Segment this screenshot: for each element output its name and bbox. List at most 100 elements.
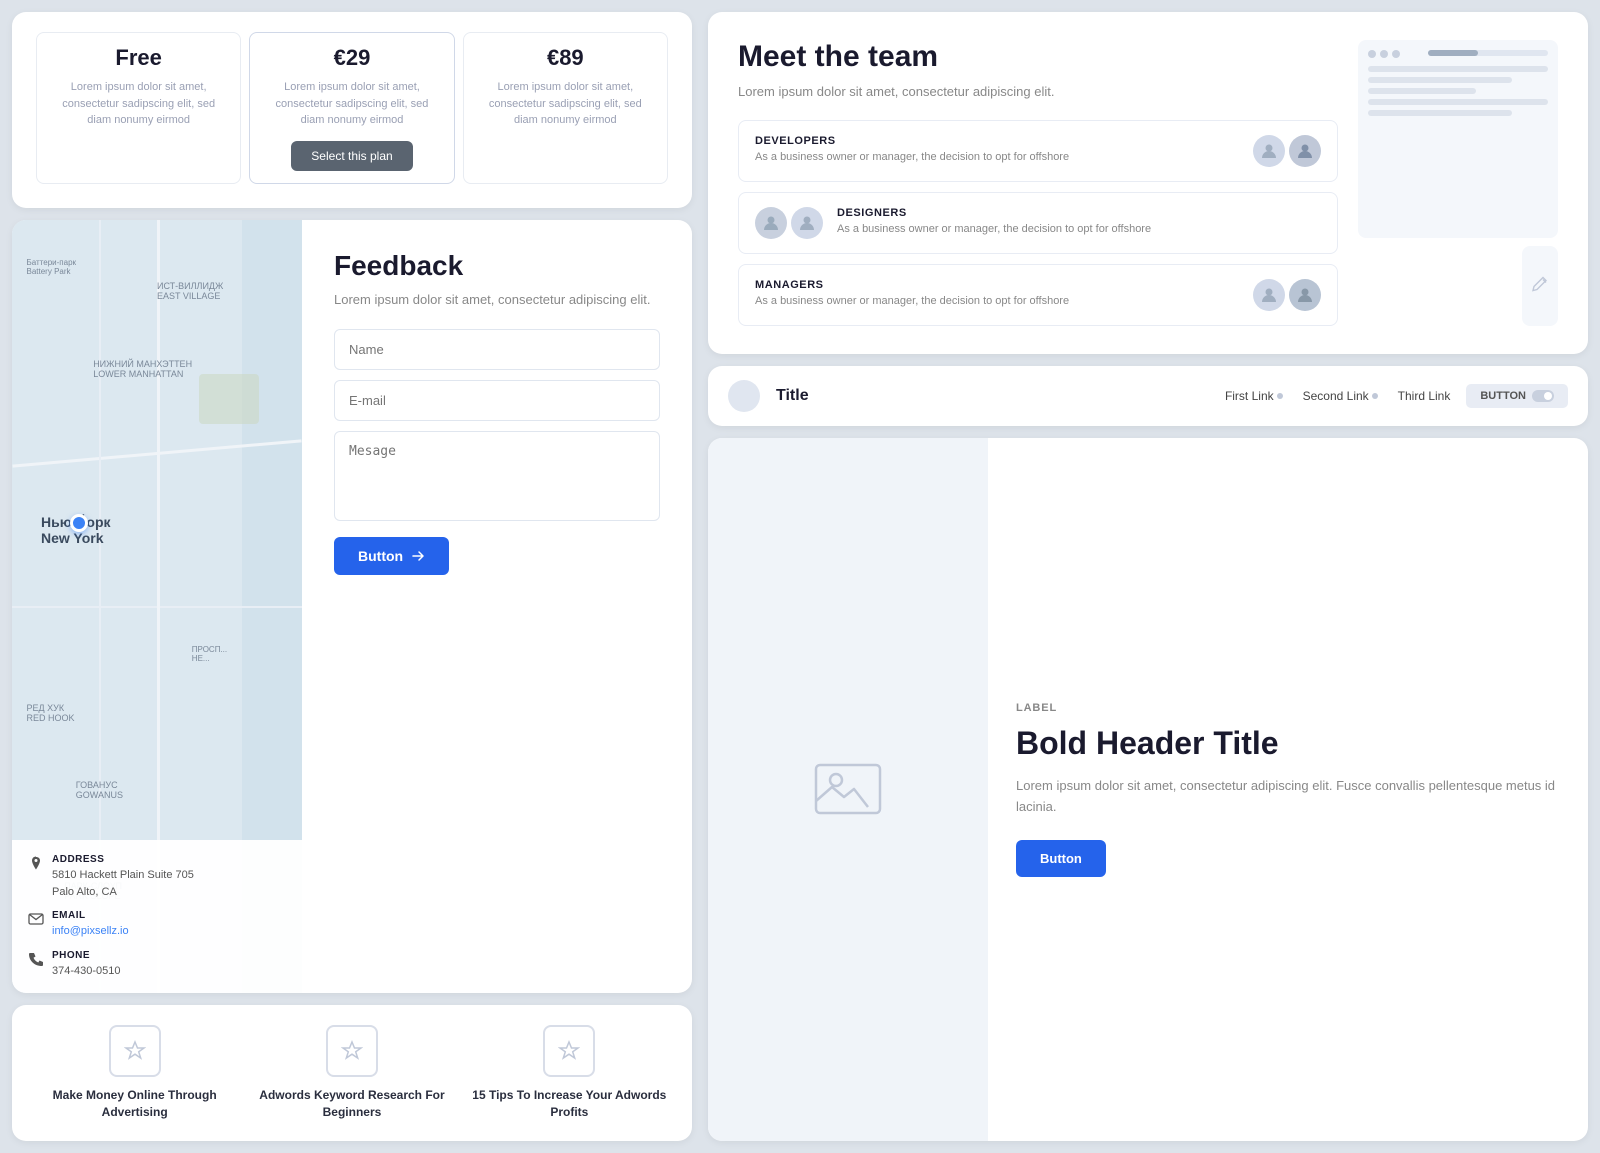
team-role-designers: DESIGNERS [837, 207, 1321, 219]
address-value: 5810 Hackett Plain Suite 705Palo Alto, C… [52, 867, 194, 900]
blog-card-2[interactable]: Adwords Keyword Research For Beginners [253, 1025, 450, 1121]
browser-dot-1 [1368, 50, 1376, 58]
nav-dot-1 [1277, 393, 1283, 399]
scrollbar-track [1428, 50, 1548, 56]
select-plan-button[interactable]: Select this plan [291, 141, 412, 171]
person-icon-2 [1296, 142, 1314, 160]
blog-title-1: Make Money Online Through Advertising [36, 1087, 233, 1121]
cta-toggle-thumb [1544, 392, 1552, 400]
pencil-container [1358, 246, 1558, 326]
team-info-developers: DEVELOPERS As a business owner or manage… [755, 135, 1239, 165]
navbar-title: Title [776, 387, 809, 405]
feedback-name-input[interactable] [334, 329, 660, 370]
star-icon-3 [558, 1040, 580, 1062]
team-row-managers: MANAGERS As a business owner or manager,… [738, 264, 1338, 326]
browser-content [1368, 66, 1548, 116]
meet-team-desc: Lorem ipsum dolor sit amet, consectetur … [738, 82, 1338, 102]
person-icon-6 [1296, 286, 1314, 304]
feedback-form: Button [334, 329, 660, 575]
team-avatar-mgr-2 [1289, 279, 1321, 311]
team-avatar-dev-1 [1253, 135, 1285, 167]
team-role-developers: DEVELOPERS [755, 135, 1239, 147]
feedback-email-input[interactable] [334, 380, 660, 421]
meet-team-left: Meet the team Lorem ipsum dolor sit amet… [738, 40, 1338, 326]
right-column: Meet the team Lorem ipsum dolor sit amet… [708, 12, 1588, 1141]
browser-mock [1358, 40, 1558, 238]
cta-toggle [1532, 390, 1554, 402]
browser-line-2 [1368, 77, 1512, 83]
hero-feature-card: LABEL Bold Header Title Lorem ipsum dolo… [708, 438, 1588, 1142]
person-icon-5 [1260, 286, 1278, 304]
person-icon-3 [762, 214, 780, 232]
navbar-link-2[interactable]: Second Link [1303, 389, 1378, 403]
team-row-developers: DEVELOPERS As a business owner or manage… [738, 120, 1338, 182]
map-section: НИЖНИЙ МАНХЭТТЕНLOWER MANHATTAN ИСТ-ВИЛЛ… [12, 220, 302, 994]
image-placeholder-icon [808, 749, 888, 829]
hero-button[interactable]: Button [1016, 840, 1106, 877]
location-icon [28, 855, 44, 871]
browser-dot-2 [1380, 50, 1388, 58]
team-row-designers: DESIGNERS As a business owner or manager… [738, 192, 1338, 254]
navbar-links: First Link Second Link Third Link [1225, 389, 1450, 403]
meet-team-right-panel [1358, 40, 1558, 326]
feedback-message-input[interactable] [334, 431, 660, 521]
person-icon [1260, 142, 1278, 160]
map-label-lower-manhattan: НИЖНИЙ МАНХЭТТЕНLOWER MANHATTAN [93, 359, 192, 379]
arrow-right-icon [411, 549, 425, 563]
nav-dot-2 [1372, 393, 1378, 399]
pricing-29-title: €29 [266, 45, 437, 71]
team-avatar-dev-2 [1289, 135, 1321, 167]
feedback-section: Feedback Lorem ipsum dolor sit amet, con… [302, 220, 692, 994]
map-label-east-village: ИСТ-ВИЛЛИДЖEAST VILLAGE [157, 281, 223, 301]
hero-image-placeholder [708, 438, 988, 1142]
blog-icon-2 [326, 1025, 378, 1077]
blog-icon-1 [109, 1025, 161, 1077]
phone-row: PHONE 374-430-0510 [28, 950, 286, 980]
blog-card-1[interactable]: Make Money Online Through Advertising [36, 1025, 233, 1121]
map-label-redhook: РЕД ХУКRED HOOK [27, 703, 75, 723]
pricing-card: Free Lorem ipsum dolor sit amet, consect… [12, 12, 692, 208]
scrollbar-area [1428, 50, 1548, 58]
browser-line-1 [1368, 66, 1548, 72]
blog-icon-3 [543, 1025, 595, 1077]
team-avatar-group-developers [1253, 135, 1321, 167]
star-icon-2 [341, 1040, 363, 1062]
blog-card-3[interactable]: 15 Tips To Increase Your Adwords Profits [471, 1025, 668, 1121]
navbar-link-2-label: Second Link [1303, 389, 1369, 403]
email-value[interactable]: info@pixsellz.io [52, 923, 129, 940]
navbar-link-1[interactable]: First Link [1225, 389, 1283, 403]
feedback-title: Feedback [334, 250, 660, 282]
hero-title: Bold Header Title [1016, 724, 1560, 762]
map-label-gowanus: ГОВАНУСGOWANUS [76, 780, 123, 800]
team-role-managers: MANAGERS [755, 279, 1239, 291]
team-desc-designers: As a business owner or manager, the deci… [837, 222, 1321, 237]
pricing-89-title: €89 [480, 45, 651, 71]
team-avatar-group-managers [1253, 279, 1321, 311]
hero-desc: Lorem ipsum dolor sit amet, consectetur … [1016, 776, 1560, 818]
meet-team-card: Meet the team Lorem ipsum dolor sit amet… [708, 12, 1588, 354]
map-location-dot [70, 514, 88, 532]
team-desc-developers: As a business owner or manager, the deci… [755, 150, 1239, 165]
feedback-submit-button[interactable]: Button [334, 537, 449, 575]
navbar-link-3-label: Third Link [1398, 389, 1451, 403]
navbar-cta-label: BUTTON [1480, 390, 1526, 402]
pricing-89-desc: Lorem ipsum dolor sit amet, consectetur … [480, 79, 651, 129]
team-info-designers: DESIGNERS As a business owner or manager… [837, 207, 1321, 237]
phone-value: 374-430-0510 [52, 963, 121, 980]
team-info-managers: MANAGERS As a business owner or manager,… [755, 279, 1239, 309]
navbar-cta-button[interactable]: BUTTON [1466, 384, 1568, 408]
blog-title-2: Adwords Keyword Research For Beginners [253, 1087, 450, 1121]
team-avatar-des-1 [755, 207, 787, 239]
browser-line-4 [1368, 99, 1548, 105]
map-label-battery: Баттери-паркBattery Park [27, 258, 77, 276]
scrollbar-thumb [1428, 50, 1478, 56]
map-feedback-section: НИЖНИЙ МАНХЭТТЕНLOWER MANHATTAN ИСТ-ВИЛЛ… [12, 220, 692, 994]
pricing-free-title: Free [53, 45, 224, 71]
team-avatar-mgr-1 [1253, 279, 1285, 311]
pencil-icon [1522, 246, 1558, 326]
navbar-mock: Title First Link Second Link Third Link … [708, 366, 1588, 426]
team-avatar-des-2 [791, 207, 823, 239]
navbar-link-3[interactable]: Third Link [1398, 389, 1451, 403]
pricing-29-desc: Lorem ipsum dolor sit amet, consectetur … [266, 79, 437, 129]
browser-line-3 [1368, 88, 1476, 94]
